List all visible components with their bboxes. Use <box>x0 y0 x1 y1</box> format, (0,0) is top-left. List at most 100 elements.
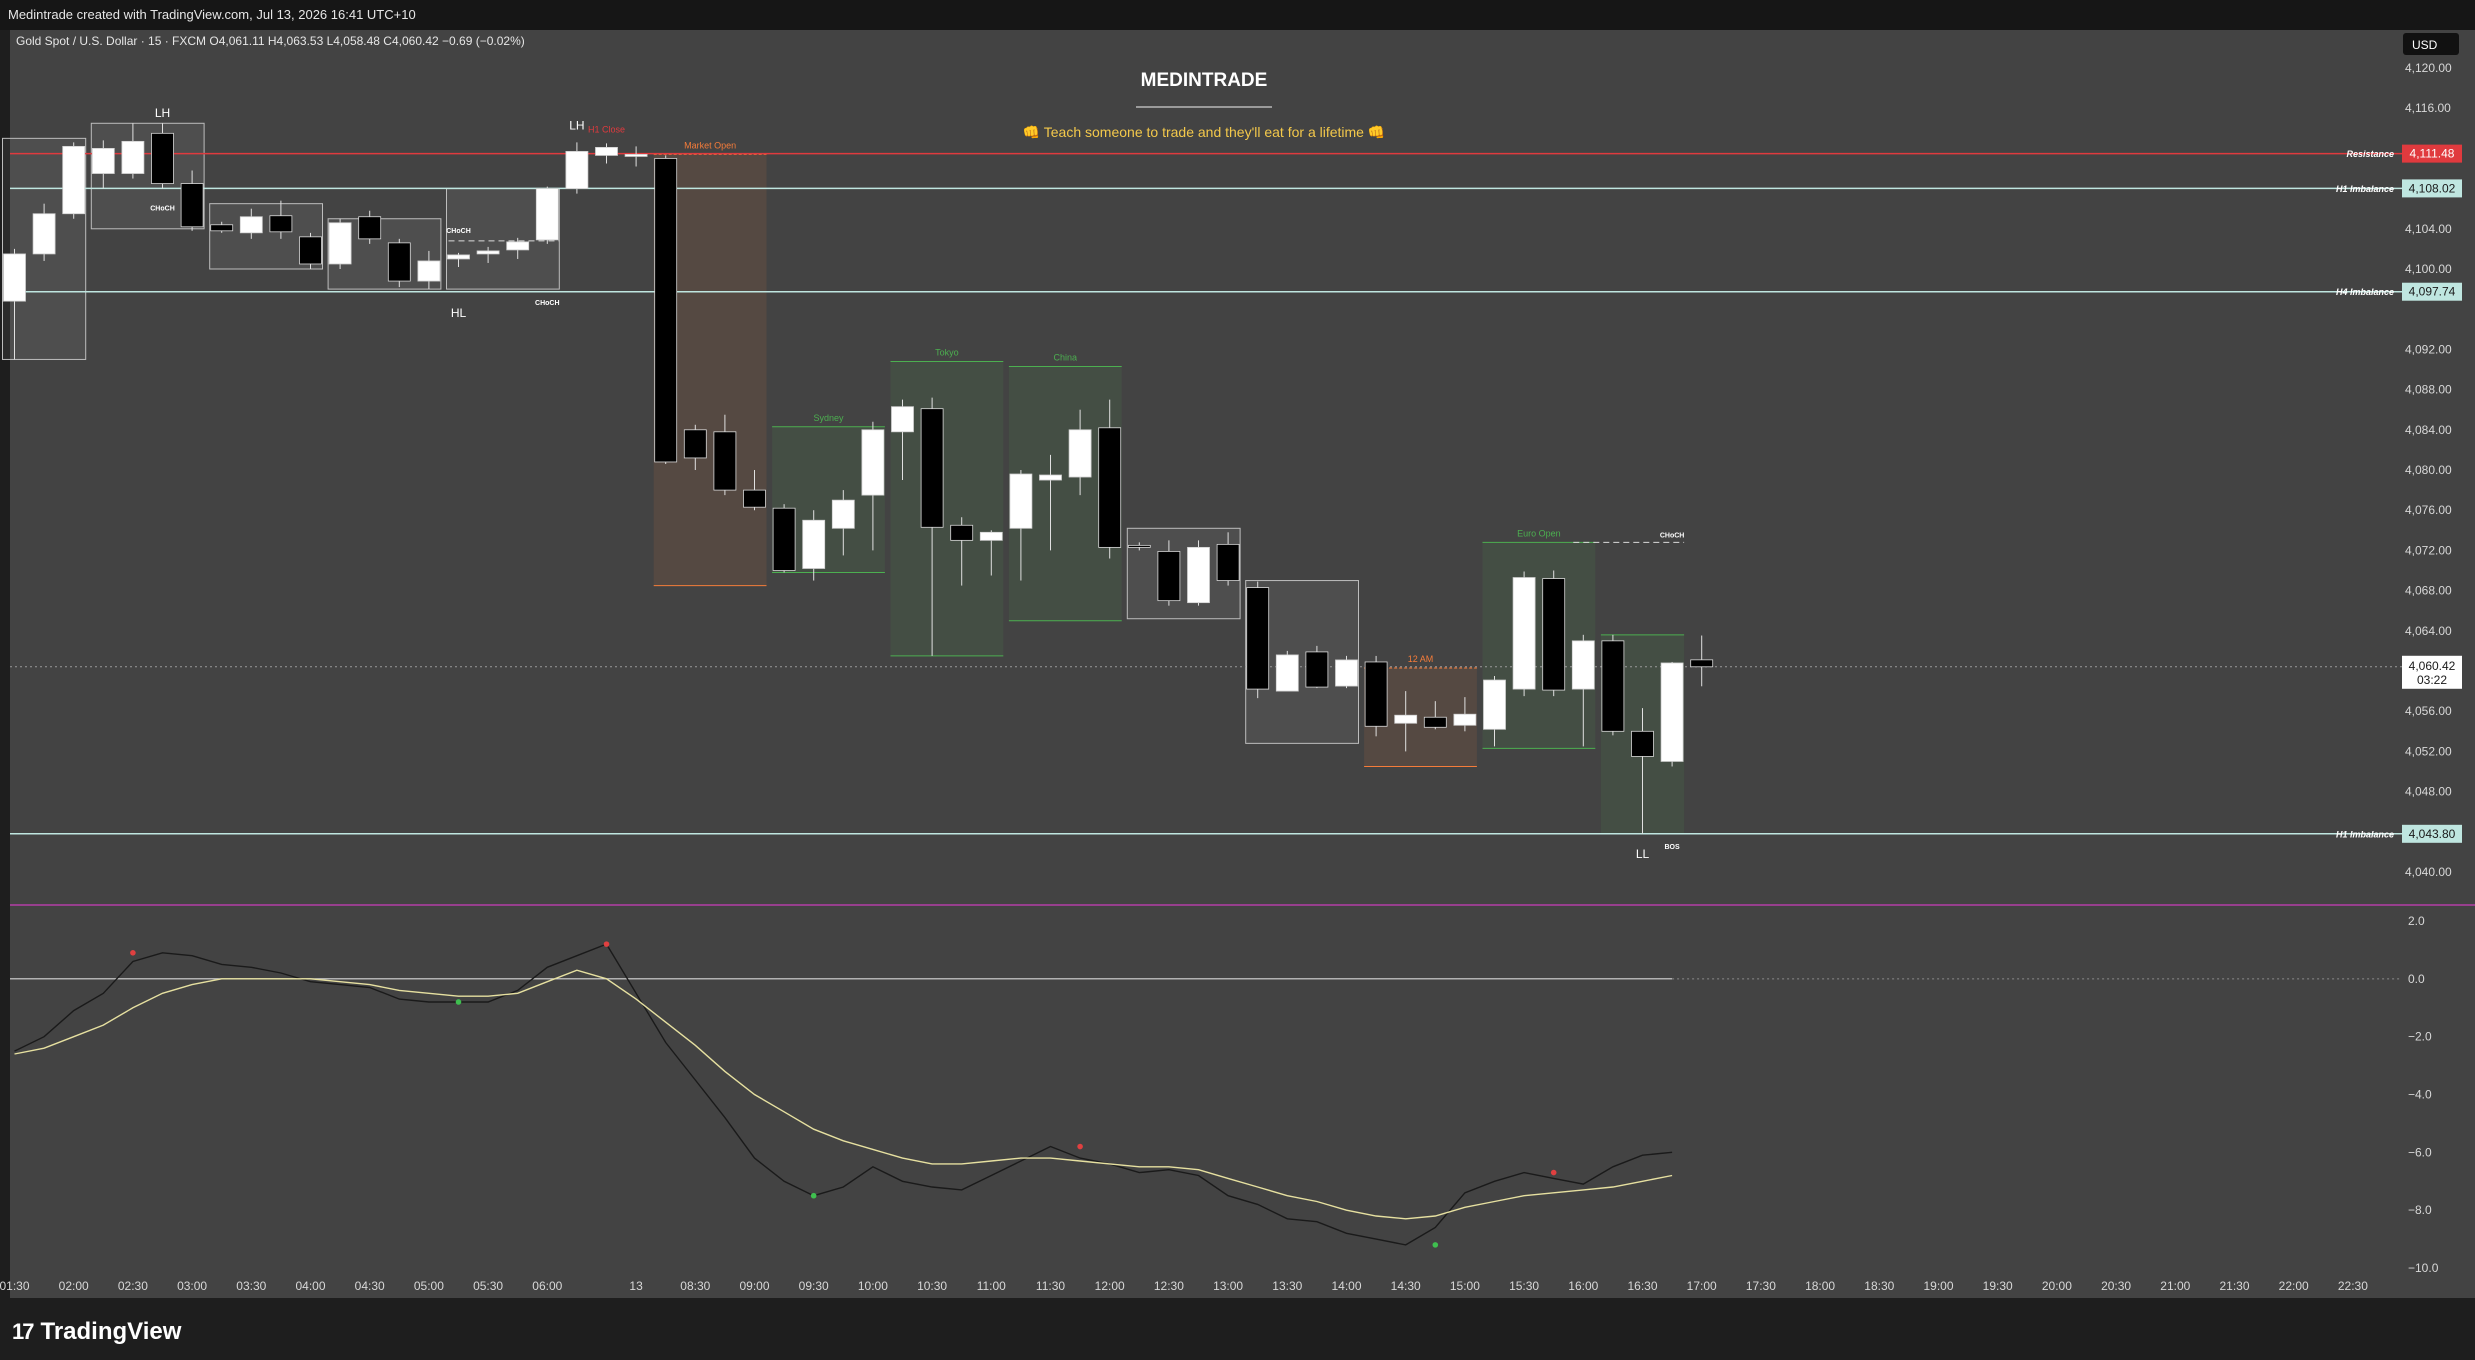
price-tick-label: 4,064.00 <box>2405 624 2452 638</box>
level-name: H1 Imbalance <box>2336 829 2394 839</box>
candle-body <box>920 408 944 528</box>
candle-body <box>1098 427 1122 548</box>
bar-countdown: 03:22 <box>2417 673 2447 687</box>
level-name: Resistance <box>2346 149 2394 159</box>
candle-body <box>358 216 382 240</box>
candle-body <box>1216 543 1240 581</box>
candle-body <box>713 431 737 491</box>
candle-body <box>1631 730 1654 757</box>
candle-body <box>1660 662 1684 762</box>
level-price-text: 4,108.02 <box>2409 181 2456 195</box>
price-tick-label: 4,048.00 <box>2405 785 2452 799</box>
time-tick-label: 04:30 <box>355 1279 385 1293</box>
tradingview-brand: TradingView <box>40 1318 182 1345</box>
price-tick-label: 4,120.00 <box>2405 61 2452 75</box>
candle-body <box>1305 651 1329 688</box>
chart-annotation: LH <box>569 118 584 132</box>
time-tick-label: 17:00 <box>1687 1279 1717 1293</box>
candle-body <box>802 519 826 569</box>
chart-subtitle: 👊 Teach someone to trade and they'll eat… <box>1023 124 1386 140</box>
candle-body <box>506 241 530 251</box>
candle-body <box>535 188 559 241</box>
time-tick-label: 03:00 <box>177 1279 207 1293</box>
chart-title: MEDINTRADE <box>1141 70 1268 91</box>
candle-body <box>1157 551 1181 602</box>
tradingview-logo[interactable]: 17 TradingView <box>12 1315 181 1349</box>
price-tick-label: 4,100.00 <box>2405 262 2452 276</box>
candle-body <box>1453 713 1477 726</box>
time-tick-label: 12:00 <box>1095 1279 1125 1293</box>
time-tick-label: 08:30 <box>680 1279 710 1293</box>
oscillator-signal-dot <box>1432 1242 1439 1248</box>
price-tick-label: 4,076.00 <box>2405 503 2452 517</box>
session-label: 12 AM <box>1408 654 1434 664</box>
time-tick-label: 09:30 <box>799 1279 829 1293</box>
time-tick-label: 10:30 <box>917 1279 947 1293</box>
time-tick-label: 20:30 <box>2101 1279 2131 1293</box>
time-tick-label: 15:00 <box>1450 1279 1480 1293</box>
candle-body <box>151 132 174 184</box>
candle-body <box>772 507 796 571</box>
candle-body <box>1542 578 1566 691</box>
session-label: China <box>1054 352 1078 362</box>
time-tick-label: 02:30 <box>118 1279 148 1293</box>
price-tick-label: 4,056.00 <box>2405 704 2452 718</box>
time-tick-label: 01:30 <box>0 1279 30 1293</box>
candle-body <box>62 145 86 215</box>
time-tick-label: 18:30 <box>1864 1279 1894 1293</box>
chart-annotation: CHoCH <box>1660 532 1685 539</box>
time-tick-label: 19:00 <box>1923 1279 1953 1293</box>
chart-annotation: CHoCH <box>150 206 175 213</box>
session-label: Euro Open <box>1517 528 1561 538</box>
level-price-text: 4,111.48 <box>2410 147 2455 161</box>
level-price-text: 4,043.80 <box>2409 827 2456 841</box>
time-tick-label: 20:00 <box>2042 1279 2072 1293</box>
price-tick-label: 4,084.00 <box>2405 423 2452 437</box>
time-tick-label: 18:00 <box>1805 1279 1835 1293</box>
candle-body <box>91 147 115 174</box>
candle-body <box>950 524 974 541</box>
time-tick-label: 22:30 <box>2338 1279 2368 1293</box>
session-label: Sydney <box>813 413 844 423</box>
candle-body <box>1068 429 1092 478</box>
candle-body <box>1601 640 1625 732</box>
time-tick-label: 13:30 <box>1272 1279 1302 1293</box>
time-tick-label: 10:00 <box>858 1279 888 1293</box>
candle-body <box>1039 474 1062 481</box>
candle-body <box>1571 640 1595 690</box>
time-tick-label: 22:00 <box>2279 1279 2309 1293</box>
currency-label: USD <box>2412 38 2438 52</box>
oscillator-tick-label: −2.0 <box>2408 1030 2432 1044</box>
time-tick-label: 06:00 <box>532 1279 562 1293</box>
time-tick-label: 02:00 <box>59 1279 89 1293</box>
chart-root[interactable]: Market Open Sydney Tokyo China Euro Open 12 A… <box>0 0 2475 1360</box>
candle-body <box>3 253 26 302</box>
oscillator-tick-label: −10.0 <box>2408 1261 2439 1275</box>
candle-body <box>210 224 234 232</box>
oscillator-tick-label: 2.0 <box>2408 914 2425 928</box>
candle-body <box>269 215 293 233</box>
candle-body <box>565 151 589 189</box>
time-tick-label: 19:30 <box>1983 1279 2013 1293</box>
candle-body <box>1690 659 1714 668</box>
time-tick-label: 16:30 <box>1627 1279 1657 1293</box>
candle-body <box>387 242 411 282</box>
price-tick-label: 4,116.00 <box>2405 101 2451 115</box>
candle-body <box>239 216 263 234</box>
price-tick-label: 4,092.00 <box>2405 342 2452 356</box>
chart-annotation: BOS <box>1665 844 1681 851</box>
level-price-text: 4,097.74 <box>2409 285 2456 299</box>
candle-body <box>32 213 56 255</box>
symbol-legend: Gold Spot / U.S. Dollar · 15 · FXCM O4,0… <box>16 34 525 48</box>
oscillator-tick-label: −8.0 <box>2408 1203 2432 1217</box>
chart-annotation: HL <box>451 306 467 320</box>
oscillator-signal-dot <box>455 999 462 1005</box>
candle-body <box>624 154 648 157</box>
candle-body <box>1483 679 1506 730</box>
time-tick-label: 14:30 <box>1391 1279 1421 1293</box>
candle-body <box>1009 473 1033 529</box>
oscillator-signal-dot <box>1077 1143 1083 1150</box>
currency-button[interactable]: USD <box>2403 33 2459 55</box>
price-tick-label: 4,052.00 <box>2405 744 2452 758</box>
candle-body <box>1127 544 1151 548</box>
